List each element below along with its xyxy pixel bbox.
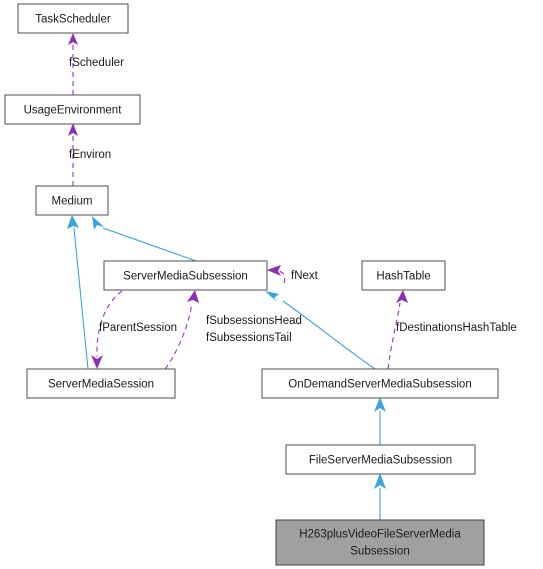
edge-medium-sms-arrowhead [67,215,79,229]
edge-fnext [267,265,286,284]
edge-fsubsessions-arrowhead [187,290,199,303]
node-task-scheduler-label: TaskScheduler [35,14,111,26]
uml-collaboration-diagram: TaskScheduler --> UsageEnvironment --> M… [4,3,517,566]
node-h263plus-label-line2: Subsession [350,546,409,558]
edge-fparentsession-arrowhead [91,355,103,369]
node-h263plus-label-line1: H263plusVideoFileServerMedia [299,529,461,541]
edge-fnext-arrowhead [267,265,281,276]
node-hash-table[interactable]: HashTable [361,260,446,291]
edge-file-inherits-ondemand [374,397,386,445]
edge-ondemand-smsub-arrowhead [265,291,279,303]
node-h263plus-box[interactable] [275,519,485,566]
node-usage-environment-label: UsageEnvironment [24,105,123,117]
node-file-server-media-subsession-label: FileServerMediaSubsession [309,455,452,467]
node-h263plus-video-file-server-media-subsession[interactable]: H263plusVideoFileServerMedia Subsession [275,519,485,566]
edge-ondemand-inherits-smsub [265,291,376,370]
edge-label-fsubsessions-tail: fSubsessionsTail [206,332,292,344]
edge-label-fsubsessions-head: fSubsessionsHead [206,315,302,327]
edge-medium-sms-line [73,227,89,370]
edge-medium-smsub-line [102,227,197,262]
node-hash-table-label: HashTable [376,271,430,283]
edge-label-fscheduler: fScheduler [69,57,124,69]
node-usage-environment[interactable]: UsageEnvironment [4,94,141,125]
edge-label-fdestinationshashtable: fDestinationsHashTable [396,322,517,334]
edge-h263-file-arrowhead [374,473,386,489]
edge-label-fnext: fNext [291,270,319,282]
edge-label-fparentsession: fParentSession [99,322,177,334]
edge-file-ondemand-arrowhead [374,397,386,412]
edge-medium-to-server-media-subsession [92,216,197,262]
edge-fenviron-arrowhead [68,123,78,136]
edge-ondemand-smsub-line [282,300,376,370]
node-file-server-media-subsession[interactable]: FileServerMediaSubsession [285,444,476,475]
node-server-media-subsession-label: ServerMediaSubsession [123,271,248,283]
node-task-scheduler[interactable]: TaskScheduler [17,3,129,34]
edge-fscheduler-arrowhead [68,33,78,45]
edge-h263-inherits-file [374,473,386,520]
edge-fdest-arrowhead [396,290,408,303]
node-server-media-session-label: ServerMediaSession [48,379,154,391]
node-server-media-subsession[interactable]: ServerMediaSubsession [103,260,268,291]
edge-fsubsessions-line [164,302,193,370]
edge-medium-to-server-media-session [67,215,89,370]
node-ondemand-server-media-subsession-label: OnDemandServerMediaSubsession [288,379,471,391]
edge-fdest-line [387,302,401,370]
node-medium-label: Medium [52,196,93,208]
node-server-media-session[interactable]: ServerMediaSession [26,368,176,399]
edge-label-fenviron: fEnviron [69,149,111,161]
node-medium[interactable]: Medium [35,185,109,216]
node-ondemand-server-media-subsession[interactable]: OnDemandServerMediaSubsession [261,368,499,399]
edge-medium-smsub-arrowhead [92,216,104,230]
